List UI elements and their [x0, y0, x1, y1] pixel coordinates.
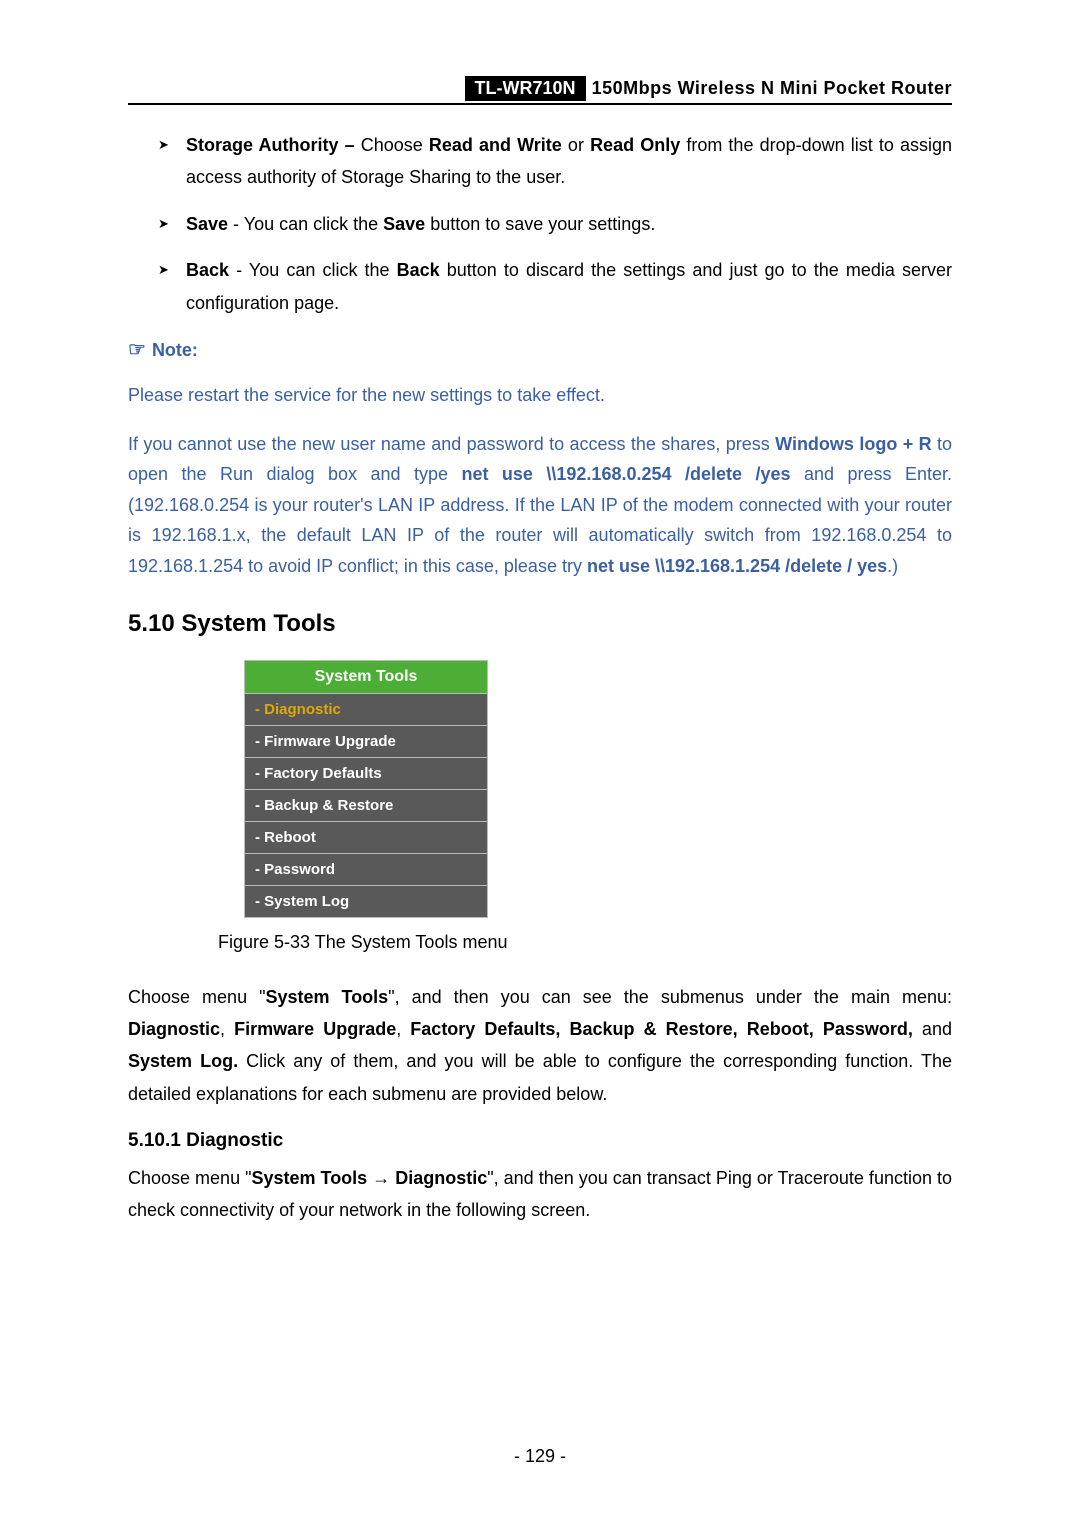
- system-tools-ref-2: System Tools: [251, 1168, 367, 1188]
- page-number: - 129 -: [0, 1446, 1080, 1467]
- diagnostic-ref: Diagnostic: [128, 1019, 220, 1039]
- net-use-cmd-1: net use \\192.168.0.254 /delete /yes: [461, 464, 790, 484]
- model-description: 150Mbps Wireless N Mini Pocket Router: [592, 76, 952, 101]
- menu-header: System Tools: [245, 660, 488, 693]
- system-tools-ref: System Tools: [265, 987, 388, 1007]
- text: and: [913, 1019, 952, 1039]
- text: Click any of them, and you will be able …: [128, 1051, 952, 1103]
- text: - You can click the: [229, 260, 397, 280]
- menu-item-password: - Password: [245, 853, 488, 885]
- read-and-write: Read and Write: [429, 135, 562, 155]
- diagnostic-ref-2: Diagnostic: [395, 1168, 487, 1188]
- arrow-icon: →: [367, 1168, 395, 1188]
- storage-authority-label: Storage Authority –: [186, 135, 355, 155]
- paragraph-diagnostic: Choose menu "System Tools → Diagnostic",…: [128, 1162, 952, 1227]
- menu-item-backup-restore: - Backup & Restore: [245, 789, 488, 821]
- save-btn-ref: Save: [383, 214, 425, 234]
- text: ,: [220, 1019, 234, 1039]
- note-heading: ☞ Note:: [128, 337, 952, 362]
- model-badge: TL-WR710N: [465, 76, 586, 101]
- menu-item-factory-defaults: - Factory Defaults: [245, 757, 488, 789]
- pointing-hand-icon: ☞: [128, 339, 146, 361]
- read-only: Read Only: [590, 135, 680, 155]
- system-tools-menu: System Tools - Diagnostic - Firmware Upg…: [244, 660, 488, 918]
- text: Choose: [355, 135, 429, 155]
- text: .): [887, 556, 898, 576]
- other-submenus-ref: Factory Defaults, Backup & Restore, Rebo…: [410, 1019, 913, 1039]
- text: ,: [396, 1019, 410, 1039]
- note-title: Note:: [152, 340, 198, 360]
- back-label: Back: [186, 260, 229, 280]
- feature-list: Storage Authority – Choose Read and Writ…: [128, 129, 952, 319]
- menu-figure: System Tools - Diagnostic - Firmware Upg…: [128, 660, 952, 918]
- text: ", and then you can see the submenus und…: [388, 987, 952, 1007]
- text: button to save your settings.: [425, 214, 655, 234]
- text: - You can click the: [228, 214, 383, 234]
- text: If you cannot use the new user name and …: [128, 434, 775, 454]
- bullet-storage-authority: Storage Authority – Choose Read and Writ…: [186, 129, 952, 194]
- menu-item-diagnostic: - Diagnostic: [245, 693, 488, 725]
- paragraph-choose-menu: Choose menu "System Tools", and then you…: [128, 981, 952, 1111]
- section-title: 5.10 System Tools: [128, 610, 952, 638]
- menu-item-firmware-upgrade: - Firmware Upgrade: [245, 725, 488, 757]
- net-use-cmd-2: net use \\192.168.1.254 /delete / yes: [587, 556, 887, 576]
- firmware-upgrade-ref: Firmware Upgrade: [234, 1019, 396, 1039]
- windows-logo-r: Windows logo + R: [775, 434, 931, 454]
- text: or: [562, 135, 590, 155]
- bullet-save: Save - You can click the Save button to …: [186, 208, 952, 240]
- header-bar: TL-WR710N 150Mbps Wireless N Mini Pocket…: [128, 76, 952, 105]
- text: Choose menu ": [128, 987, 265, 1007]
- menu-item-reboot: - Reboot: [245, 821, 488, 853]
- text: Choose menu ": [128, 1168, 251, 1188]
- note-paragraph-1: Please restart the service for the new s…: [128, 380, 952, 411]
- save-label: Save: [186, 214, 228, 234]
- back-btn-ref: Back: [397, 260, 440, 280]
- note-paragraph-2: If you cannot use the new user name and …: [128, 429, 952, 582]
- system-log-ref: System Log.: [128, 1051, 238, 1071]
- figure-caption: Figure 5-33 The System Tools menu: [128, 932, 952, 953]
- bullet-back: Back - You can click the Back button to …: [186, 254, 952, 319]
- subsection-title: 5.10.1 Diagnostic: [128, 1130, 952, 1152]
- menu-item-system-log: - System Log: [245, 885, 488, 917]
